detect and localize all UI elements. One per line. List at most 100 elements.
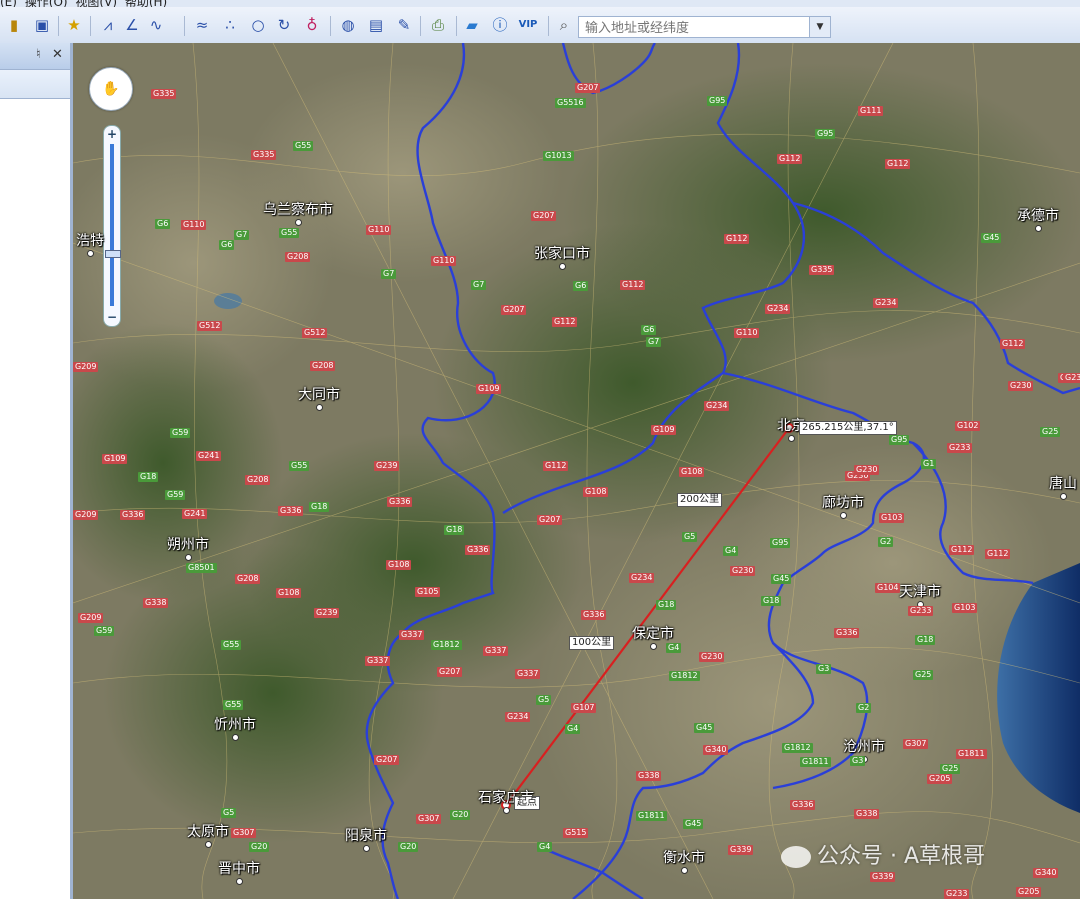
road-shield: G20 xyxy=(450,810,471,820)
city-label: 沧州市 xyxy=(843,736,885,763)
road-shield: G102 xyxy=(955,421,981,431)
road-shield: G307 xyxy=(231,828,257,838)
curve-icon[interactable]: ∿ xyxy=(146,15,166,35)
screen-icon[interactable]: ▣ xyxy=(32,15,52,35)
road-shield: G7 xyxy=(646,337,662,347)
road-shield: G20 xyxy=(398,842,419,852)
road-shield: G339 xyxy=(870,872,896,882)
road-shield: G515 xyxy=(563,828,589,838)
road-shield: G233 xyxy=(944,889,970,899)
map-terrain xyxy=(73,43,1080,899)
road-shield: G2 xyxy=(856,703,872,713)
pin-icon[interactable]: ♮ xyxy=(36,47,41,62)
road-shield: G95 xyxy=(770,538,791,548)
road-shield: G335 xyxy=(251,150,277,160)
road-shield: G4 xyxy=(723,546,739,556)
road-shield: G209 xyxy=(73,362,99,372)
road-shield: G208 xyxy=(245,475,271,485)
road-shield: G241 xyxy=(182,509,208,519)
road-shield: G205 xyxy=(927,774,953,784)
close-icon[interactable]: ✕ xyxy=(52,47,63,62)
road-shield: G18 xyxy=(444,525,465,535)
road-shield: G4 xyxy=(537,842,553,852)
info-icon[interactable]: ⓘ xyxy=(490,15,510,35)
road-shield: G104 xyxy=(875,583,901,593)
road-shield: G336 xyxy=(790,800,816,810)
road-shield: G307 xyxy=(416,814,442,824)
chevron-down-icon[interactable]: ▼ xyxy=(809,17,830,37)
road-shield: G340 xyxy=(1033,868,1059,878)
polyline-icon[interactable]: ⩘ xyxy=(98,15,118,35)
road-shield: G337 xyxy=(365,656,391,666)
zoom-out-button[interactable]: − xyxy=(104,309,120,325)
road-shield: G1811 xyxy=(636,811,667,821)
road-shield: G209 xyxy=(73,510,99,520)
road-shield: G59 xyxy=(94,626,115,636)
road-shield: G207 xyxy=(537,515,563,525)
road-shield: G5 xyxy=(682,532,698,542)
road-shield: G336 xyxy=(278,506,304,516)
city-label: 承德市 xyxy=(1017,205,1059,232)
road-shield: G112 xyxy=(949,545,975,555)
road-shield: G108 xyxy=(386,560,412,570)
road-shield: G109 xyxy=(476,384,502,394)
measure-start-label: 起点 xyxy=(514,796,540,810)
ellipse-icon[interactable]: ♁ xyxy=(302,15,322,35)
zoom-in-button[interactable]: + xyxy=(104,126,120,142)
search-icon[interactable]: ⌕ xyxy=(554,15,574,35)
map-view[interactable]: ✋ + − 乌兰察布市 张家口市 承德市 浩特 大同市 北京 廊坊市 唐山 朔州… xyxy=(73,43,1080,899)
road-shield: G95 xyxy=(707,96,728,106)
ruler-icon[interactable]: ▮ xyxy=(4,15,24,35)
city-label: 朔州市 xyxy=(167,534,209,561)
chat-icon[interactable]: ▰ xyxy=(462,15,482,35)
map-icon[interactable]: ▤ xyxy=(366,15,386,35)
road-shield: G45 xyxy=(981,233,1002,243)
circle-icon[interactable]: ○ xyxy=(248,15,268,35)
panel-tab[interactable] xyxy=(0,70,70,99)
print-icon[interactable]: ⎙ xyxy=(428,15,448,35)
road-shield: G112 xyxy=(552,317,578,327)
road-shield: G233 xyxy=(908,606,934,616)
road-icon[interactable]: ≈ xyxy=(192,15,212,35)
search-box[interactable]: ▼ xyxy=(578,16,831,39)
globe-icon[interactable]: ◍ xyxy=(338,15,358,35)
road-shield: G108 xyxy=(679,467,705,477)
road-shield: G112 xyxy=(724,234,750,244)
road-shield: G18 xyxy=(656,600,677,610)
vip-icon[interactable]: VIP xyxy=(516,15,540,35)
road-shield: G55 xyxy=(221,640,242,650)
points-icon[interactable]: ∴ xyxy=(220,15,240,35)
city-label: 保定市 xyxy=(632,623,674,650)
city-label: 衡水市 xyxy=(663,847,705,874)
road-shield: G1812 xyxy=(669,671,700,681)
road-shield: G105 xyxy=(415,587,441,597)
search-input[interactable] xyxy=(583,18,812,39)
zoom-slider[interactable]: + − xyxy=(103,125,121,327)
road-shield: G110 xyxy=(734,328,760,338)
road-shield: G230 xyxy=(730,566,756,576)
road-shield: G18 xyxy=(761,596,782,606)
pen-icon[interactable]: ✎ xyxy=(394,15,414,35)
zoom-track[interactable] xyxy=(110,144,114,306)
road-shield: G45 xyxy=(683,819,704,829)
road-shield: G45 xyxy=(694,723,715,733)
road-shield: G109 xyxy=(102,454,128,464)
star-pin-icon[interactable]: ★ xyxy=(64,15,84,35)
road-shield: G234 xyxy=(505,712,531,722)
road-shield: G234 xyxy=(629,573,655,583)
pan-control[interactable]: ✋ xyxy=(89,67,133,111)
road-shield: G112 xyxy=(885,159,911,169)
road-shield: G230 xyxy=(699,652,725,662)
zoom-thumb[interactable] xyxy=(105,250,121,258)
road-shield: G59 xyxy=(170,428,191,438)
road-shield: G95 xyxy=(889,435,910,445)
arc-icon[interactable]: ↻ xyxy=(274,15,294,35)
road-shield: G5516 xyxy=(555,98,586,108)
road-shield: G337 xyxy=(483,646,509,656)
menu-bar: (E) 操作(O) 视图(V) 帮助(H) xyxy=(0,0,1080,9)
road-shield: G3 xyxy=(850,756,866,766)
road-shield: G230 xyxy=(1008,381,1034,391)
angle-icon[interactable]: ∠ xyxy=(122,15,142,35)
road-shield: G340 xyxy=(703,745,729,755)
road-shield: G1812 xyxy=(431,640,462,650)
